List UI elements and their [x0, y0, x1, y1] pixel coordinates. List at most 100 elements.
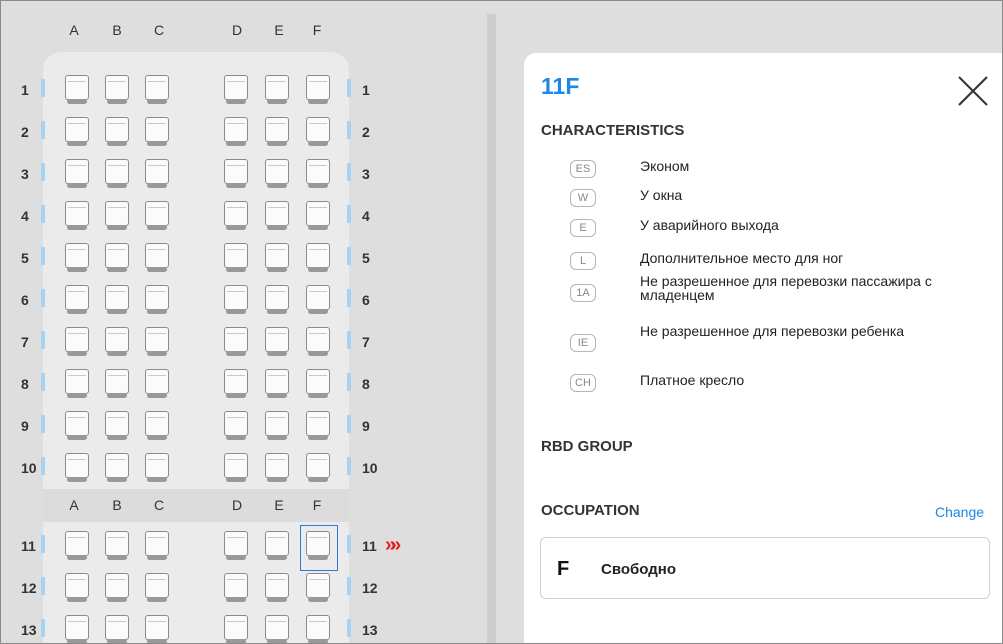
seat-1e[interactable] [265, 75, 289, 105]
seat-4d[interactable] [224, 201, 248, 231]
seat-3e[interactable] [265, 159, 289, 189]
seat-5b[interactable] [105, 243, 129, 273]
seat-cushion [65, 75, 89, 100]
seat-1c[interactable] [145, 75, 169, 105]
seat-1d[interactable] [224, 75, 248, 105]
seat-6d[interactable] [224, 285, 248, 315]
seat-2c[interactable] [145, 117, 169, 147]
seat-1a[interactable] [65, 75, 89, 105]
characteristic-item: E У аварийного выхода [570, 218, 970, 242]
seat-7d[interactable] [224, 327, 248, 357]
seat-10b[interactable] [105, 453, 129, 483]
seat-9d[interactable] [224, 411, 248, 441]
change-link[interactable]: Change [935, 504, 984, 520]
seat-8f[interactable] [306, 369, 330, 399]
seat-8a[interactable] [65, 369, 89, 399]
seat-3c[interactable] [145, 159, 169, 189]
seat-11c[interactable] [145, 531, 169, 561]
seat-5c[interactable] [145, 243, 169, 273]
seat-armrest [226, 393, 246, 398]
seat-cushion [224, 117, 248, 142]
seat-11b[interactable] [105, 531, 129, 561]
seat-4c[interactable] [145, 201, 169, 231]
seat-9a[interactable] [65, 411, 89, 441]
seat-13f[interactable] [306, 615, 330, 644]
seat-13a[interactable] [65, 615, 89, 644]
seat-armrest [107, 393, 127, 398]
row-number: 2 [362, 124, 370, 140]
seat-9f[interactable] [306, 411, 330, 441]
window-exit-marker [347, 457, 351, 475]
seat-10f[interactable] [306, 453, 330, 483]
occupation-code: F [557, 558, 570, 580]
seat-7f[interactable] [306, 327, 330, 357]
seat-8b[interactable] [105, 369, 129, 399]
seat-1f[interactable] [306, 75, 330, 105]
seat-5d[interactable] [224, 243, 248, 273]
seat-8c[interactable] [145, 369, 169, 399]
seat-2b[interactable] [105, 117, 129, 147]
seat-12e[interactable] [265, 573, 289, 603]
seat-armrest [226, 351, 246, 356]
seat-2e[interactable] [265, 117, 289, 147]
seat-2f[interactable] [306, 117, 330, 147]
seat-9b[interactable] [105, 411, 129, 441]
seat-9c[interactable] [145, 411, 169, 441]
seat-13e[interactable] [265, 615, 289, 644]
seat-4f[interactable] [306, 201, 330, 231]
seat-cushion [306, 531, 330, 556]
seat-5e[interactable] [265, 243, 289, 273]
seat-7a[interactable] [65, 327, 89, 357]
seat-9e[interactable] [265, 411, 289, 441]
seat-3f[interactable] [306, 159, 330, 189]
seat-6e[interactable] [265, 285, 289, 315]
seat-5f[interactable] [306, 243, 330, 273]
seat-5a[interactable] [65, 243, 89, 273]
seat-cushion [265, 327, 289, 352]
seat-4a[interactable] [65, 201, 89, 231]
characteristic-label: Эконом [640, 158, 690, 174]
window-exit-marker [347, 331, 351, 349]
seat-13b[interactable] [105, 615, 129, 644]
seat-7b[interactable] [105, 327, 129, 357]
seat-10c[interactable] [145, 453, 169, 483]
close-icon[interactable] [956, 74, 990, 108]
seat-13c[interactable] [145, 615, 169, 644]
seat-cushion [224, 411, 248, 436]
seat-12c[interactable] [145, 573, 169, 603]
seat-3b[interactable] [105, 159, 129, 189]
seat-4e[interactable] [265, 201, 289, 231]
seat-10e[interactable] [265, 453, 289, 483]
seat-10a[interactable] [65, 453, 89, 483]
seat-2a[interactable] [65, 117, 89, 147]
seat-12f[interactable] [306, 573, 330, 603]
seat-2d[interactable] [224, 117, 248, 147]
seat-armrest [226, 225, 246, 230]
seat-8e[interactable] [265, 369, 289, 399]
seat-1b[interactable] [105, 75, 129, 105]
seat-11a[interactable] [65, 531, 89, 561]
seat-6a[interactable] [65, 285, 89, 315]
seat-4b[interactable] [105, 201, 129, 231]
seat-11e[interactable] [265, 531, 289, 561]
seat-11f[interactable] [300, 525, 338, 571]
seat-armrest [226, 555, 246, 560]
seat-6b[interactable] [105, 285, 129, 315]
seat-12a[interactable] [65, 573, 89, 603]
seat-12d[interactable] [224, 573, 248, 603]
seat-6c[interactable] [145, 285, 169, 315]
seat-10d[interactable] [224, 453, 248, 483]
seat-6f[interactable] [306, 285, 330, 315]
seat-7c[interactable] [145, 327, 169, 357]
seat-11d[interactable] [224, 531, 248, 561]
seat-12b[interactable] [105, 573, 129, 603]
occupation-label: Свободно [601, 561, 676, 578]
seat-7e[interactable] [265, 327, 289, 357]
characteristic-label: Дополнительное место для ног [640, 250, 844, 266]
seat-3d[interactable] [224, 159, 248, 189]
window-exit-marker [347, 205, 351, 223]
seat-3a[interactable] [65, 159, 89, 189]
seat-8d[interactable] [224, 369, 248, 399]
seat-13d[interactable] [224, 615, 248, 644]
window-exit-marker [41, 577, 45, 595]
